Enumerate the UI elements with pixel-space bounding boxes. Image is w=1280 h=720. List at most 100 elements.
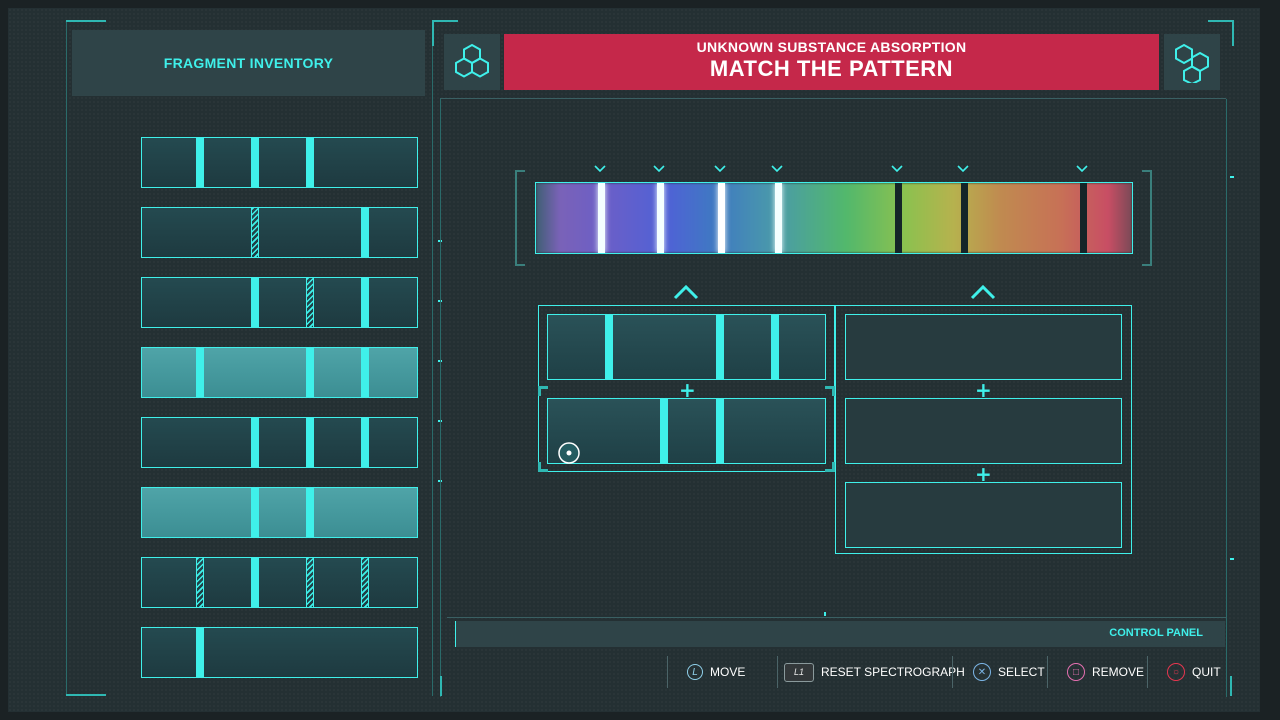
bracket <box>1142 264 1152 266</box>
l1-button-icon: L1 <box>784 662 814 682</box>
left-stick-icon: L <box>687 664 703 680</box>
frame-corner <box>1230 676 1232 696</box>
spectrum-line <box>657 183 665 253</box>
chevron-down-icon <box>653 163 665 176</box>
slot-band <box>715 315 724 379</box>
circle-button-icon: ○ <box>1167 663 1185 681</box>
fragment-card[interactable] <box>141 557 418 608</box>
fragment-band <box>250 488 259 537</box>
plus-icon: + <box>679 378 696 402</box>
fragment-band-faint <box>250 208 259 257</box>
fragment-band <box>250 278 259 327</box>
slot-band <box>715 399 724 463</box>
fragment-band <box>305 418 314 467</box>
fragment-card[interactable] <box>141 627 418 678</box>
banner-title: MATCH THE PATTERN <box>709 56 954 81</box>
spectrum-line <box>718 183 726 253</box>
select-label: SELECT <box>998 665 1045 679</box>
divider <box>447 617 1227 618</box>
fragment-inventory-title: FRAGMENT INVENTORY <box>72 30 425 96</box>
slot-right-2[interactable] <box>845 398 1122 464</box>
fragment-band <box>305 348 314 397</box>
objective-banner: UNKNOWN SUBSTANCE ABSORPTION MATCH THE P… <box>504 34 1159 90</box>
slot-band <box>604 315 613 379</box>
fragment-card[interactable] <box>141 347 418 398</box>
remove-control[interactable]: □ REMOVE <box>1067 652 1144 692</box>
frame-corner <box>1232 20 1234 46</box>
fragment-band-faint <box>360 558 369 607</box>
slot-right-3[interactable] <box>845 482 1122 548</box>
hexagon-molecule-icon <box>444 34 500 90</box>
slot-band <box>660 399 669 463</box>
spectrum-line <box>960 183 968 253</box>
fragment-band <box>195 348 204 397</box>
bracket <box>1142 170 1152 172</box>
separator <box>777 656 778 688</box>
frame-edge <box>1226 99 1227 697</box>
frame-corner <box>1208 20 1234 22</box>
fragment-card[interactable] <box>141 277 418 328</box>
spectrum-gradient <box>536 183 1132 253</box>
cursor-icon[interactable] <box>557 441 581 469</box>
square-button-icon: □ <box>1067 663 1085 681</box>
chevron-up-icon[interactable] <box>970 284 996 304</box>
selection-corner <box>832 386 835 396</box>
fragment-card[interactable] <box>141 137 418 188</box>
control-panel-title: CONTROL PANEL <box>1109 627 1203 639</box>
plus-icon: + <box>975 462 992 486</box>
separator <box>667 656 668 688</box>
fragment-card[interactable] <box>141 207 418 258</box>
chevron-down-icon <box>594 163 606 176</box>
slot-right-1[interactable] <box>845 314 1122 380</box>
bracket <box>1150 170 1152 266</box>
control-hints: L MOVE L1 RESET SPECTROGRAPH ✕ SELECT □ … <box>447 652 1227 692</box>
frame-tick <box>1230 558 1234 560</box>
frame-corner <box>432 20 458 22</box>
spectrum-line <box>775 183 783 253</box>
quit-control[interactable]: ○ QUIT <box>1167 652 1221 692</box>
bracket <box>515 170 517 266</box>
reset-spectrograph-control[interactable]: L1 RESET SPECTROGRAPH <box>784 652 965 692</box>
fragment-card[interactable] <box>141 487 418 538</box>
fragment-band <box>360 278 369 327</box>
chevron-down-icon <box>891 163 903 176</box>
chevron-down-icon <box>1076 163 1088 176</box>
chevron-down-icon <box>956 163 969 176</box>
chevron-down-icon <box>714 163 726 176</box>
divider <box>440 98 1226 99</box>
control-panel-bar: CONTROL PANEL <box>455 621 1225 647</box>
spectrum-line <box>1080 183 1088 253</box>
fragment-band <box>195 628 204 677</box>
frame-corner <box>432 20 434 46</box>
chevron-down-icon <box>771 163 783 176</box>
fragment-band <box>195 138 204 187</box>
move-label: MOVE <box>710 665 746 679</box>
frame-corner <box>66 694 106 696</box>
frame-tick <box>1230 176 1234 178</box>
selection-corner <box>538 462 541 472</box>
plus-icon: + <box>975 378 992 402</box>
frame-tick <box>824 612 826 616</box>
quit-label: QUIT <box>1192 665 1221 679</box>
frame-edge <box>440 99 441 697</box>
fragment-band <box>250 558 259 607</box>
slot-left-2[interactable] <box>547 398 826 464</box>
separator <box>952 656 953 688</box>
fragment-band <box>360 418 369 467</box>
fragment-band <box>360 348 369 397</box>
remove-label: REMOVE <box>1092 665 1145 679</box>
frame-corner <box>440 676 442 696</box>
fragment-band <box>250 138 259 187</box>
fragment-band-faint <box>305 558 314 607</box>
select-control[interactable]: ✕ SELECT <box>973 652 1045 692</box>
selection-corner <box>538 386 541 396</box>
move-control[interactable]: L MOVE <box>687 652 745 692</box>
chevron-up-icon[interactable] <box>673 284 699 304</box>
fragment-card[interactable] <box>141 417 418 468</box>
slot-left-1[interactable] <box>547 314 826 380</box>
bracket <box>515 170 525 172</box>
fragment-band <box>360 208 369 257</box>
selection-corner <box>832 462 835 472</box>
target-spectrograph <box>535 182 1133 254</box>
fragment-band-faint <box>305 278 314 327</box>
